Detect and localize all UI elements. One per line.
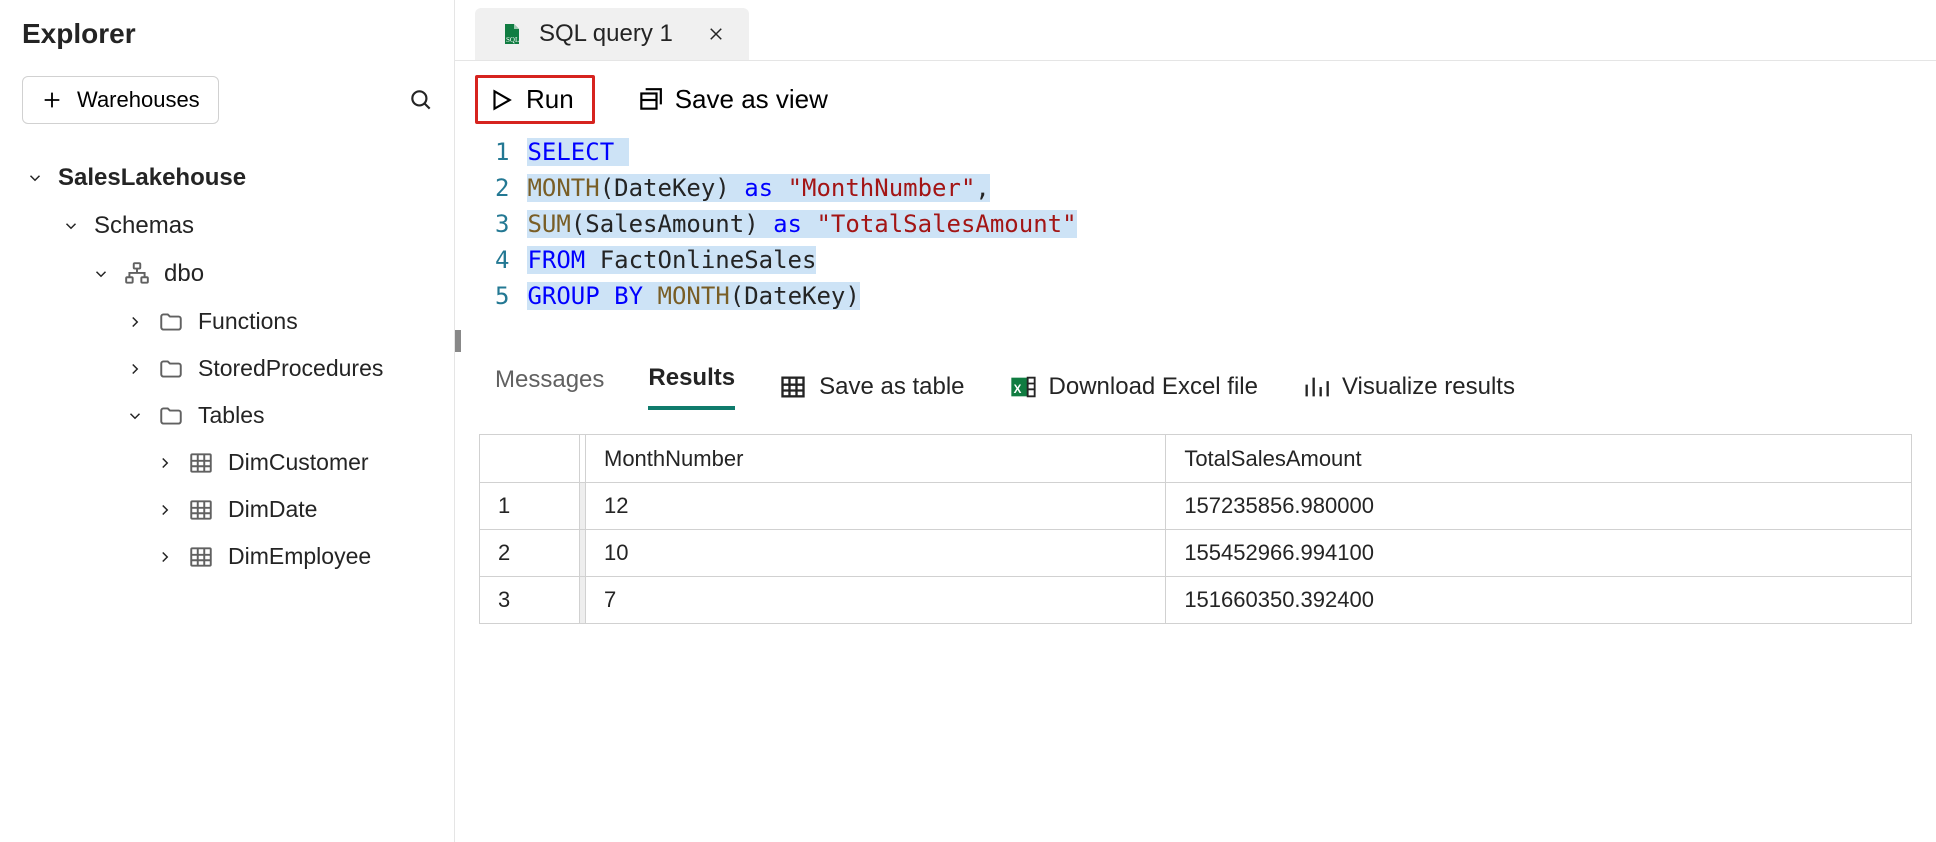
tree-node-tables[interactable]: Tables [22, 392, 434, 439]
header-row: MonthNumber TotalSalesAmount [480, 435, 1912, 483]
tree-label: Schemas [94, 212, 194, 240]
save-view-label: Save as view [675, 84, 828, 115]
tab-results[interactable]: Results [648, 364, 735, 410]
tree-node-schemas[interactable]: Schemas [22, 202, 434, 250]
save-as-table-button[interactable]: Save as table [779, 373, 964, 401]
rownum-cell: 3 [480, 577, 580, 624]
folder-icon [158, 403, 184, 429]
save-view-icon [637, 87, 663, 113]
play-icon [488, 87, 514, 113]
tree-label: Functions [198, 308, 298, 335]
tree-node-storedprocs[interactable]: StoredProcedures [22, 345, 434, 392]
column-header[interactable]: MonthNumber [586, 435, 1166, 483]
folder-icon [158, 356, 184, 382]
table-icon [188, 497, 214, 523]
chevron-right-icon [126, 360, 144, 378]
results-toolbar: Messages Results Save as table X Downloa… [455, 342, 1936, 410]
cell: 151660350.392400 [1166, 577, 1912, 624]
editor-tabbar: SQL SQL query 1 [455, 0, 1936, 61]
tree-label: DimCustomer [228, 449, 369, 476]
folder-icon [158, 309, 184, 335]
rownum-header [480, 435, 580, 483]
tree-label: DimEmployee [228, 543, 371, 570]
tree-label: DimDate [228, 496, 317, 523]
svg-text:X: X [1013, 383, 1021, 396]
explorer-panel: Explorer Warehouses SalesLakehouse Schem… [0, 0, 455, 842]
download-excel-button[interactable]: X Download Excel file [1009, 373, 1258, 401]
main-area: SQL SQL query 1 Run Save as view 12345 S… [455, 0, 1936, 842]
tab-label: SQL query 1 [539, 20, 673, 48]
chevron-down-icon [26, 169, 44, 187]
close-icon[interactable] [707, 25, 725, 43]
chevron-right-icon [156, 501, 174, 519]
tree-node-functions[interactable]: Functions [22, 298, 434, 345]
cell: 12 [586, 483, 1166, 530]
chevron-down-icon [92, 265, 110, 283]
explorer-title: Explorer [22, 18, 434, 50]
line-gutter: 12345 [455, 134, 527, 314]
rownum-cell: 1 [480, 483, 580, 530]
visualize-label: Visualize results [1342, 373, 1515, 401]
explorer-toolbar: Warehouses [22, 76, 434, 124]
tree-node-dbo[interactable]: dbo [22, 250, 434, 298]
search-icon[interactable] [408, 87, 434, 113]
tree-label: SalesLakehouse [58, 164, 246, 192]
tree-node-table[interactable]: DimDate [22, 486, 434, 533]
cell: 155452966.994100 [1166, 530, 1912, 577]
cell: 157235856.980000 [1166, 483, 1912, 530]
add-warehouse-button[interactable]: Warehouses [22, 76, 219, 124]
tree-label: dbo [164, 260, 204, 288]
svg-text:SQL: SQL [506, 36, 519, 44]
results-grid[interactable]: MonthNumber TotalSalesAmount 1 12 157235… [479, 434, 1912, 624]
tree-node-lakehouse[interactable]: SalesLakehouse [22, 154, 434, 202]
visualize-results-button[interactable]: Visualize results [1302, 373, 1515, 401]
chevron-down-icon [62, 217, 80, 235]
table-row[interactable]: 3 7 151660350.392400 [480, 577, 1912, 624]
chevron-down-icon [126, 407, 144, 425]
chevron-right-icon [156, 548, 174, 566]
table-icon [188, 450, 214, 476]
excel-icon: X [1009, 373, 1037, 401]
plus-icon [41, 89, 63, 111]
save-as-table-label: Save as table [819, 373, 964, 401]
table-row[interactable]: 1 12 157235856.980000 [480, 483, 1912, 530]
sql-editor[interactable]: 12345 SELECT MONTH(DateKey) as "MonthNum… [455, 134, 1936, 332]
save-as-view-button[interactable]: Save as view [623, 76, 842, 123]
splitter-handle[interactable] [455, 332, 1936, 342]
rownum-cell: 2 [480, 530, 580, 577]
tree-node-table[interactable]: DimEmployee [22, 533, 434, 580]
tab-messages[interactable]: Messages [495, 366, 604, 408]
tree-label: StoredProcedures [198, 355, 383, 382]
editor-tab[interactable]: SQL SQL query 1 [475, 8, 749, 60]
schema-icon [124, 261, 150, 287]
object-tree: SalesLakehouse Schemas dbo Functions Sto… [22, 154, 434, 580]
run-button[interactable]: Run [475, 75, 595, 124]
column-header[interactable]: TotalSalesAmount [1166, 435, 1912, 483]
chevron-right-icon [156, 454, 174, 472]
warehouses-label: Warehouses [77, 87, 200, 113]
table-icon [188, 544, 214, 570]
download-excel-label: Download Excel file [1049, 373, 1258, 401]
tree-label: Tables [198, 402, 264, 429]
editor-toolbar: Run Save as view [455, 61, 1936, 134]
table-row[interactable]: 2 10 155452966.994100 [480, 530, 1912, 577]
sql-file-icon: SQL [499, 22, 523, 46]
table-icon [779, 373, 807, 401]
cell: 7 [586, 577, 1166, 624]
code-area[interactable]: SELECT MONTH(DateKey) as "MonthNumber", … [527, 134, 1936, 314]
bar-chart-icon [1302, 373, 1330, 401]
cell: 10 [586, 530, 1166, 577]
run-label: Run [526, 84, 574, 115]
chevron-right-icon [126, 313, 144, 331]
tree-node-table[interactable]: DimCustomer [22, 439, 434, 486]
